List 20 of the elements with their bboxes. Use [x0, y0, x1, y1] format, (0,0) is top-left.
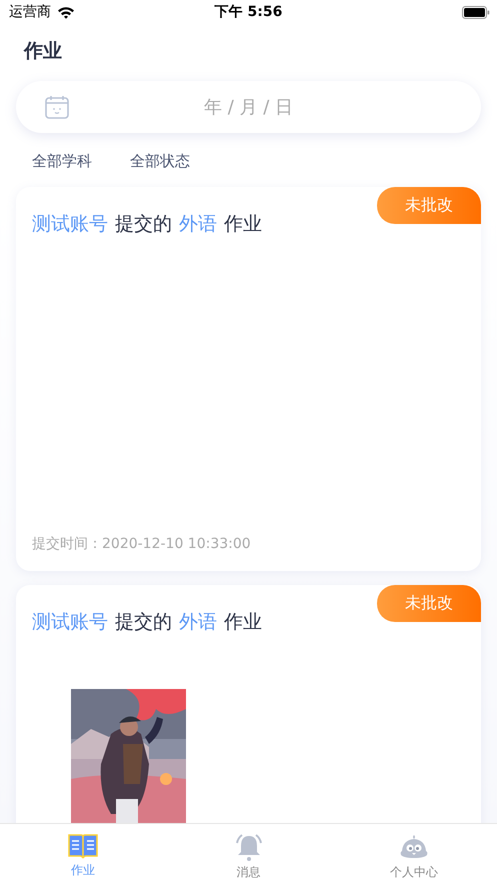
date-field[interactable]: 年 / 月 / 日: [16, 81, 481, 133]
status-time: 下午 5:56: [214, 3, 282, 21]
bell-icon: [234, 832, 264, 862]
submit-time: 提交时间：2020-12-10 10:33:00: [32, 535, 251, 553]
homework-card[interactable]: 未批改 测试账号 提交的 外语 作业: [16, 585, 481, 823]
page-title: 作业: [24, 39, 62, 64]
filter-dropdown[interactable]: 全部状态: [130, 150, 190, 172]
homework-card[interactable]: 未批改 测试账号 提交的 外语 作业 提交时间：2020-12-10 10:33:00: [16, 187, 481, 571]
homework-title: 测试账号 提交的 外语 作业: [32, 212, 262, 237]
book-icon: [68, 832, 98, 860]
homework-title: 测试账号 提交的 外语 作业: [32, 610, 262, 635]
filter-dropdown[interactable]: 全部学科: [32, 150, 92, 172]
calendar-icon: [44, 94, 70, 120]
tab-item[interactable]: 个人中心: [331, 824, 497, 883]
status-badge: 未批改: [377, 585, 481, 622]
carrier-label: 运营商: [9, 3, 51, 21]
status-badge: 未批改: [377, 187, 481, 224]
tab-item[interactable]: 消息: [166, 824, 332, 883]
battery-icon: [462, 6, 490, 18]
wifi-icon: [57, 6, 75, 18]
